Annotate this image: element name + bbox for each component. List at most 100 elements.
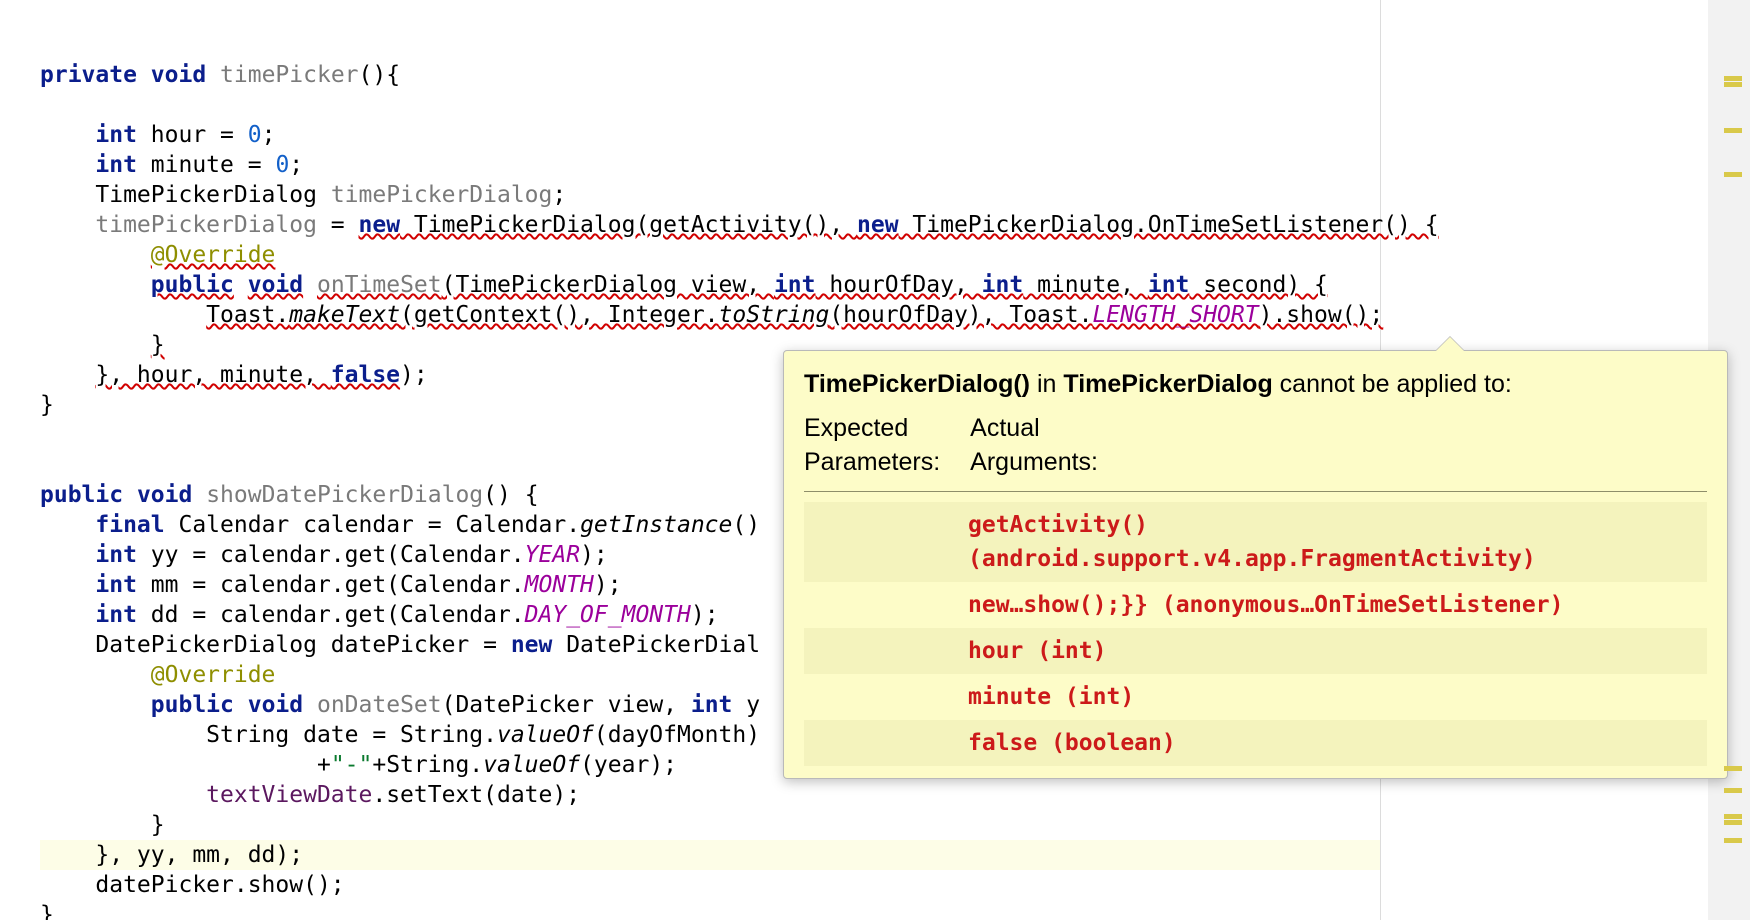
code-text: ; [289,152,303,178]
marker-gutter[interactable] [1712,0,1746,920]
static-call: getInstance [580,512,732,538]
keyword-void: void [137,482,192,508]
code-text: }, hour, minute, [95,362,330,388]
error-tooltip: TimePickerDialog() in TimePickerDialog c… [783,350,1728,779]
static-call: valueOf [497,722,594,748]
tooltip-arg-row: false (boolean) [804,720,1707,766]
code-text: minute, [1023,272,1148,298]
code-text: .setText(date); [372,782,580,808]
code-text: TimePickerDialog.OnTimeSetListener() { [899,212,1439,238]
gutter-marker[interactable] [1724,172,1742,177]
gutter-marker[interactable] [1724,838,1742,843]
code-text: TimePickerDialog(getActivity(), [400,212,857,238]
gutter-marker[interactable] [1724,814,1742,819]
code-text: ); [580,542,608,568]
code-text: Toast. [206,302,289,328]
keyword-void: void [248,692,303,718]
keyword-int: int [95,152,137,178]
keyword-int: int [1148,272,1190,298]
static-call: valueOf [483,752,580,778]
tooltip-title-in: in [1030,370,1063,398]
var-name: timePickerDialog [331,182,553,208]
tooltip-args: getActivity() (android.support.v4.app.Fr… [804,502,1707,766]
code-text: (hourOfDay), Toast. [829,302,1092,328]
keyword-int: int [691,692,733,718]
field-ref: textViewDate [206,782,372,808]
gutter-marker[interactable] [1724,128,1742,133]
keyword-int: int [774,272,816,298]
method-name: onDateSet [317,692,442,718]
tooltip-title-method: TimePickerDialog() [804,370,1030,398]
gutter-marker[interactable] [1724,766,1742,771]
code-text: (TimePickerDialog view, [442,272,774,298]
method-name: timePicker [220,62,358,88]
keyword-int: int [95,572,137,598]
tooltip-title-class: TimePickerDialog [1063,370,1272,398]
code-text: String date = String. [206,722,497,748]
code-text: datePicker.show(); [95,872,344,898]
tooltip-columns: Expected Parameters: Actual Arguments: [804,411,1707,479]
type-name: TimePickerDialog [95,182,317,208]
code-text: +String. [372,752,483,778]
keyword-final: final [95,512,164,538]
code-text: = [234,152,276,178]
col-label: Expected [804,411,940,445]
code-text: ; [552,182,566,208]
code-text: } [151,332,165,358]
code-text: DatePickerDialog datePicker = [95,632,510,658]
gutter-marker[interactable] [1724,76,1742,81]
code-text: } [40,902,54,920]
constant: DAY_OF_MONTH [525,602,691,628]
keyword-private: private [40,62,137,88]
code-text: ); [594,572,622,598]
tooltip-arg-row: hour (int) [804,628,1707,674]
constant: LENGTH_SHORT [1092,302,1258,328]
tooltip-col-expected: Expected Parameters: [804,411,940,479]
static-call: makeText [289,302,400,328]
number-literal: 0 [248,122,262,148]
code-text: second) { [1189,272,1327,298]
constant: MONTH [525,572,594,598]
code-text: ; [262,122,276,148]
var-name: hour [151,122,206,148]
code-text: y [732,692,760,718]
constant: YEAR [525,542,580,568]
code-text: ); [400,362,428,388]
code-text: () [732,512,760,538]
tooltip-arg-row: minute (int) [804,674,1707,720]
gutter-marker[interactable] [1724,788,1742,793]
tooltip-title: TimePickerDialog() in TimePickerDialog c… [804,367,1707,401]
method-name: onTimeSet [317,272,442,298]
code-text: hourOfDay, [816,272,982,298]
code-text: } [40,392,54,418]
code-text: DatePickerDial [552,632,760,658]
string-literal: "-" [331,752,373,778]
code-text: (getContext(), Integer. [400,302,719,328]
code-text: ); [691,602,719,628]
keyword-void: void [248,272,303,298]
col-label: Parameters: [804,445,940,479]
keyword-int: int [95,602,137,628]
tooltip-col-actual: Actual Arguments: [970,411,1098,479]
var-name: minute [151,152,234,178]
gutter-marker[interactable] [1724,820,1742,825]
code-text: (){ [359,62,401,88]
code-text: }, yy, mm, dd); [95,842,303,868]
keyword-new: new [857,212,899,238]
keyword-void: void [151,62,206,88]
code-text: = [317,212,359,238]
keyword-public: public [151,692,234,718]
code-text: } [151,812,165,838]
code-text: (year); [580,752,677,778]
keyword-false: false [331,362,400,388]
var-name: timePickerDialog [95,212,317,238]
code-text: mm = calendar.get(Calendar. [137,572,525,598]
tooltip-title-rest: cannot be applied to: [1273,370,1512,398]
gutter-marker[interactable] [1724,82,1742,87]
code-text: (DatePicker view, [442,692,691,718]
code-text: Calendar calendar = Calendar. [165,512,580,538]
code-text: () { [483,482,538,508]
col-label: Actual [970,411,1098,445]
annotation-override: @Override [151,242,276,268]
tooltip-arg-row: new…show();}} (anonymous…OnTimeSetListen… [804,582,1707,628]
